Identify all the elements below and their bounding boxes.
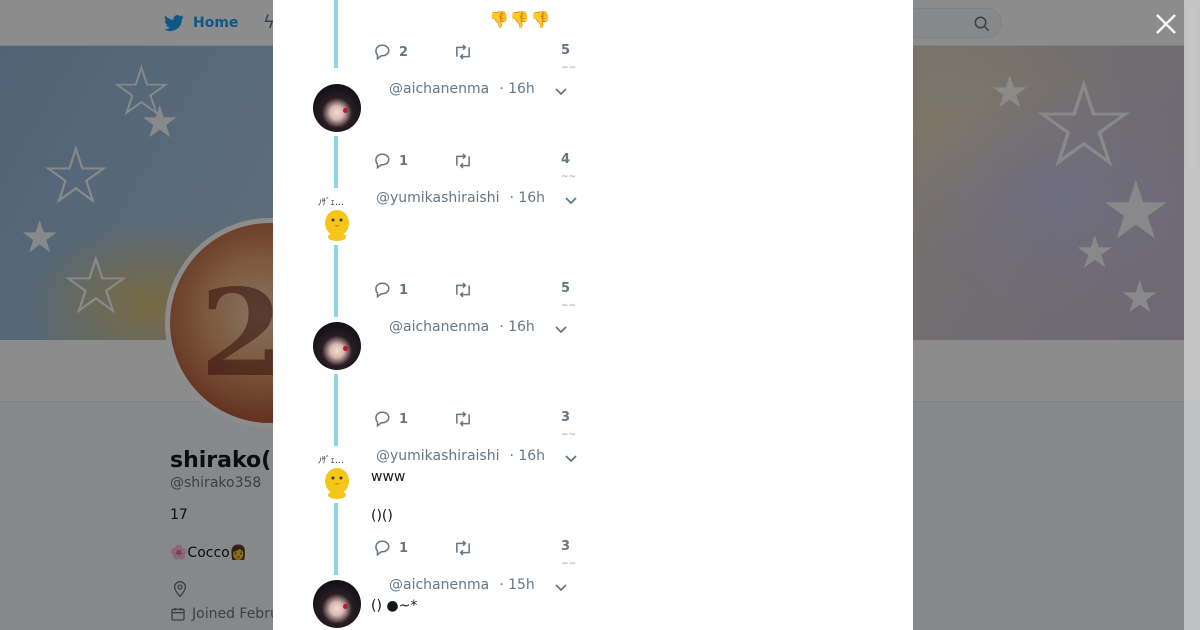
tweet-actions: 2 5 ~~ — [373, 43, 583, 73]
thread-line — [334, 374, 338, 446]
reply-count: 1 — [399, 411, 409, 427]
tweet-text: () ●~* — [371, 598, 418, 614]
like-mark: ~~ — [561, 430, 577, 440]
chevron-down-icon[interactable] — [553, 321, 569, 337]
like-count: 3 — [561, 410, 571, 425]
reply-count: 1 — [399, 540, 409, 556]
thread-line — [334, 503, 338, 575]
like-button[interactable]: 5 — [561, 281, 570, 296]
reply-icon — [375, 44, 390, 61]
avatar-detail — [343, 108, 348, 113]
like-button[interactable]: 3 — [561, 539, 570, 554]
chevron-down-icon[interactable] — [553, 579, 569, 595]
like-mark: ~~ — [561, 172, 577, 182]
retweet-button[interactable] — [453, 152, 473, 170]
like-button[interactable]: 4 — [561, 152, 570, 167]
tweet-time[interactable]: · 16h — [509, 190, 545, 206]
reply-icon — [375, 411, 390, 428]
reply-count: 1 — [399, 153, 409, 169]
avatar[interactable] — [313, 322, 361, 370]
retweet-icon — [456, 153, 470, 169]
tweet-text: ()() — [371, 508, 393, 524]
like-mark: ~~ — [561, 559, 577, 569]
avatar-detail — [343, 604, 348, 609]
avatar-detail — [343, 346, 348, 351]
retweet-button[interactable] — [453, 281, 473, 299]
like-button[interactable]: 5 — [561, 43, 570, 58]
scrollbar-thumb[interactable] — [1188, 6, 1196, 168]
tweet-header: @yumikashiraishi · 16h — [376, 190, 545, 206]
retweet-icon — [456, 411, 470, 427]
reply-button[interactable]: 1 — [373, 539, 408, 557]
chick-avatar-image: ｳｻﾞｪ… — [317, 197, 349, 241]
retweet-button[interactable] — [453, 539, 473, 557]
reply-icon — [375, 540, 390, 557]
thread-line — [334, 245, 338, 317]
avatar[interactable]: ｳｻﾞｪ… — [313, 193, 361, 241]
reply-button[interactable]: 2 — [373, 43, 408, 61]
like-mark: ~~ — [561, 301, 577, 311]
like-count: 3 — [561, 539, 571, 554]
tweet-emoji: 👎👎👎 — [489, 10, 552, 29]
page-scrollbar[interactable] — [1184, 0, 1200, 630]
like-count: 5 — [561, 281, 571, 296]
reply-count: 2 — [399, 44, 409, 60]
avatar[interactable]: ｳｻﾞｪ… — [313, 451, 361, 499]
tweet-time[interactable]: · 15h — [499, 577, 535, 593]
tweet-handle[interactable]: @aichanenma — [389, 81, 489, 97]
tweet-handle[interactable]: @yumikashiraishi — [376, 190, 499, 206]
tweet-header: @aichanenma · 16h — [389, 81, 535, 97]
retweet-button[interactable] — [453, 43, 473, 61]
tweet-time[interactable]: · 16h — [499, 81, 535, 97]
reply-icon — [375, 153, 390, 170]
svg-text:ｳｻﾞｪ…: ｳｻﾞｪ… — [317, 197, 344, 208]
tweet-actions: 1 4 ~~ — [373, 152, 583, 182]
tweet-header: @aichanenma · 15h — [389, 577, 535, 593]
reply-button[interactable]: 1 — [373, 281, 408, 299]
chick-avatar-image: ｳｻﾞｪ… — [317, 455, 349, 499]
close-button[interactable] — [1154, 12, 1178, 36]
like-button[interactable]: 3 — [561, 410, 570, 425]
tweet-handle[interactable]: @aichanenma — [389, 577, 489, 593]
retweet-button[interactable] — [453, 410, 473, 428]
like-count: 5 — [561, 43, 571, 58]
thread-line — [334, 136, 338, 188]
tweet-actions: 1 3 ~~ — [373, 539, 583, 569]
retweet-icon — [456, 540, 470, 556]
chevron-down-icon[interactable] — [563, 192, 579, 208]
close-icon — [1156, 14, 1176, 34]
reply-button[interactable]: 1 — [373, 152, 408, 170]
avatar[interactable] — [313, 580, 361, 628]
conversation-modal: 👎👎👎 2 5 ~~ @aichanenma · 16h 1 4 ~~ ｳｻﾞｪ… — [273, 0, 913, 630]
like-mark: ~~ — [561, 63, 577, 73]
retweet-icon — [456, 282, 470, 298]
tweet-actions: 1 3 ~~ — [373, 410, 583, 440]
chevron-down-icon[interactable] — [563, 450, 579, 466]
tweet-text: www — [371, 469, 406, 485]
reply-button[interactable]: 1 — [373, 410, 408, 428]
tweet-actions: 1 5 ~~ — [373, 281, 583, 311]
like-count: 4 — [561, 152, 571, 167]
retweet-icon — [456, 44, 470, 60]
svg-text:ｳｻﾞｪ…: ｳｻﾞｪ… — [317, 455, 344, 466]
chevron-down-icon[interactable] — [553, 83, 569, 99]
reply-icon — [375, 282, 390, 299]
avatar[interactable] — [313, 84, 361, 132]
tweet-handle[interactable]: @yumikashiraishi — [376, 448, 499, 464]
reply-count: 1 — [399, 282, 409, 298]
tweet-time[interactable]: · 16h — [509, 448, 545, 464]
thread-line — [334, 0, 338, 68]
tweet-header: @aichanenma · 16h — [389, 319, 535, 335]
tweet-handle[interactable]: @aichanenma — [389, 319, 489, 335]
tweet-header: @yumikashiraishi · 16h — [376, 448, 545, 464]
tweet-time[interactable]: · 16h — [499, 319, 535, 335]
